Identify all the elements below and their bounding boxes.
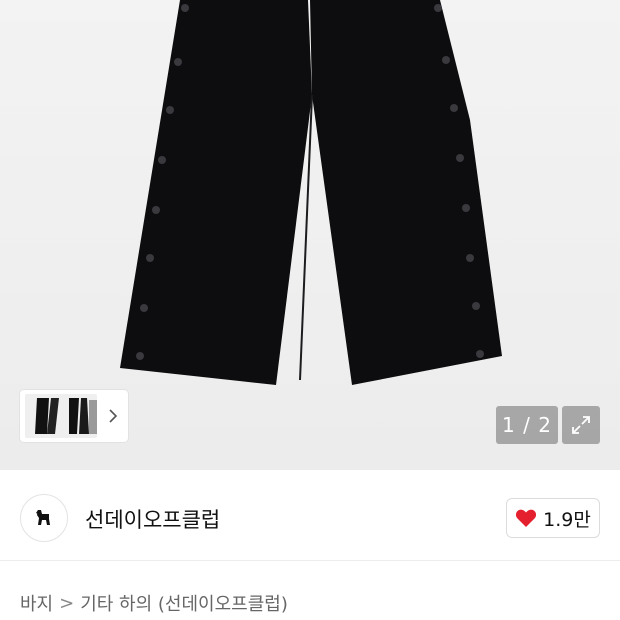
- image-counter: 1 / 2: [496, 406, 558, 444]
- product-image-gallery[interactable]: 1 / 2: [0, 0, 620, 470]
- dog-icon: [36, 510, 50, 525]
- breadcrumb: 바지 > 기타 하의 (선데이오프클럽): [20, 590, 288, 616]
- breadcrumb-subcategory[interactable]: 기타 하의 (선데이오프클럽): [80, 590, 288, 616]
- chevron-right-icon[interactable]: [105, 408, 121, 424]
- expand-icon: [572, 416, 590, 434]
- like-button[interactable]: 1.9만: [506, 498, 600, 538]
- brand-name[interactable]: 선데이오프클럽: [85, 504, 220, 534]
- breadcrumb-category[interactable]: 바지: [20, 590, 53, 616]
- heart-icon: [516, 509, 537, 527]
- breadcrumb-separator: >: [59, 592, 75, 614]
- like-count: 1.9만: [543, 508, 591, 531]
- thumbnail-strip[interactable]: [20, 390, 128, 442]
- expand-button[interactable]: [562, 406, 600, 444]
- brand-row: 선데이오프클럽 1.9만: [0, 470, 620, 561]
- brand-logo[interactable]: [20, 494, 68, 542]
- thumbnail-image[interactable]: [25, 394, 97, 438]
